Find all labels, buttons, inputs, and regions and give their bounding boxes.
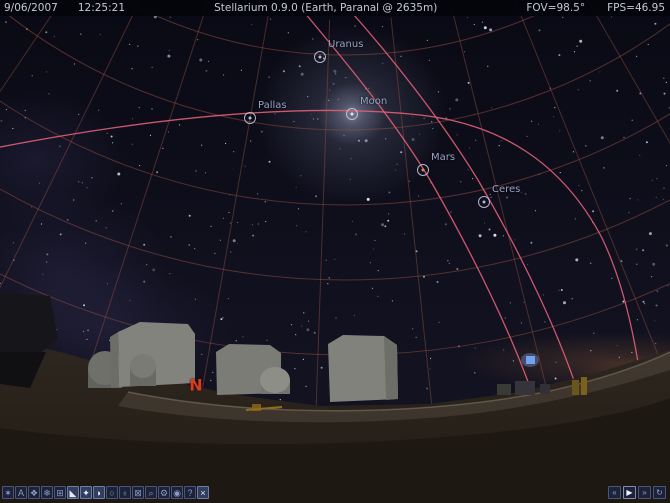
toolbar-ground-button[interactable]: ◣ (67, 486, 79, 499)
search-icon: ⌕ (148, 488, 153, 498)
quit-icon: × (200, 488, 205, 498)
toolbar-azimuthal-grid-button[interactable]: ❄ (41, 486, 53, 499)
nebulas-icon: ○ (109, 488, 114, 498)
object-label: Uranus (328, 39, 363, 50)
equatorial-grid-icon: ⊞ (56, 488, 64, 498)
fov-display: FOV=98.5° (526, 2, 585, 14)
toolbar-quit-button[interactable]: × (197, 486, 209, 499)
telescope-enclosure-4 (328, 335, 398, 402)
toolbar-constellation-lines-button[interactable]: ✶ (2, 486, 14, 499)
planet-labels-icon: ♁ (122, 488, 129, 498)
toolbar-help-button[interactable]: ? (184, 486, 196, 499)
timebar-real-time-speed-button[interactable]: ▶ (623, 486, 636, 499)
toolbar-cardinal-points-button[interactable]: ✦ (80, 486, 92, 499)
toolbar-atmosphere-button[interactable]: ◗ (93, 486, 105, 499)
toolbar-constellation-art-button[interactable]: ❖ (28, 486, 40, 499)
constellation-labels-icon: A (18, 488, 24, 498)
toolbar-search-button[interactable]: ⌕ (145, 486, 157, 499)
atmosphere-icon: ◗ (96, 488, 101, 498)
object-label: Ceres (492, 184, 520, 195)
time-control-toolbar: « ▶ » ↻ (608, 486, 666, 499)
increase-time-speed-icon: » (642, 488, 646, 497)
stellarium-window: 9/06/2007 12:25:21 Stellarium 0.9.0 (Ear… (0, 0, 670, 503)
night-mode-icon: ◉ (173, 488, 181, 498)
azimuthal-grid-icon: ❄ (43, 488, 51, 498)
sky-viewport[interactable] (0, 0, 670, 503)
real-time-speed-icon: ▶ (626, 488, 632, 497)
return-to-now-icon: ↻ (656, 488, 663, 497)
timebar-return-to-now-button[interactable]: ↻ (653, 486, 666, 499)
help-icon: ? (187, 488, 192, 498)
object-dot (319, 56, 322, 59)
object-label: Mars (431, 152, 455, 163)
timebar-decrease-time-speed-button[interactable]: « (608, 486, 621, 499)
toolbar-planet-labels-button[interactable]: ♁ (119, 486, 131, 499)
toolbar-config-button[interactable]: ⚙ (158, 486, 170, 499)
timebar-increase-time-speed-button[interactable]: » (638, 486, 651, 499)
toolbar-equatorial-grid-button[interactable]: ⊞ (54, 486, 66, 499)
object-dot (249, 117, 252, 120)
object-label: Pallas (258, 100, 287, 111)
toolbar-constellation-labels-button[interactable]: A (15, 486, 27, 499)
cardinal-point-north: N (189, 376, 202, 395)
date-display: 9/06/2007 (4, 2, 58, 14)
constellation-lines-icon: ✶ (4, 488, 12, 498)
time-display: 12:25:21 (78, 2, 125, 14)
decrease-time-speed-icon: « (612, 488, 616, 497)
object-dot (422, 169, 425, 172)
app-title: Stellarium 0.9.0 (Earth, Paranal @ 2635m… (214, 2, 437, 14)
telescope-enclosure-2 (110, 322, 195, 388)
object-dot (351, 113, 354, 116)
ground-icon: ◣ (70, 488, 77, 498)
toolbar-night-mode-button[interactable]: ◉ (171, 486, 183, 499)
cardinal-points-icon: ✦ (82, 488, 90, 498)
fps-display: FPS=46.95 (607, 2, 665, 14)
toolbar-nebulas-button[interactable]: ○ (106, 486, 118, 499)
object-dot (483, 201, 486, 204)
fullscreen-icon: ⊠ (134, 488, 142, 498)
constellation-art-icon: ❖ (30, 488, 38, 498)
status-bar: 9/06/2007 12:25:21 Stellarium 0.9.0 (Ear… (0, 0, 670, 16)
toolbar-fullscreen-button[interactable]: ⊠ (132, 486, 144, 499)
config-icon: ⚙ (160, 488, 168, 498)
telescope-enclosure-3 (216, 344, 290, 395)
main-toolbar: ✶ A ❖ ❄ ⊞ ◣ ✦ ◗ ○ ♁ ⊠ ⌕ ⚙ ◉? × (2, 486, 209, 499)
object-label: Moon (360, 96, 387, 107)
